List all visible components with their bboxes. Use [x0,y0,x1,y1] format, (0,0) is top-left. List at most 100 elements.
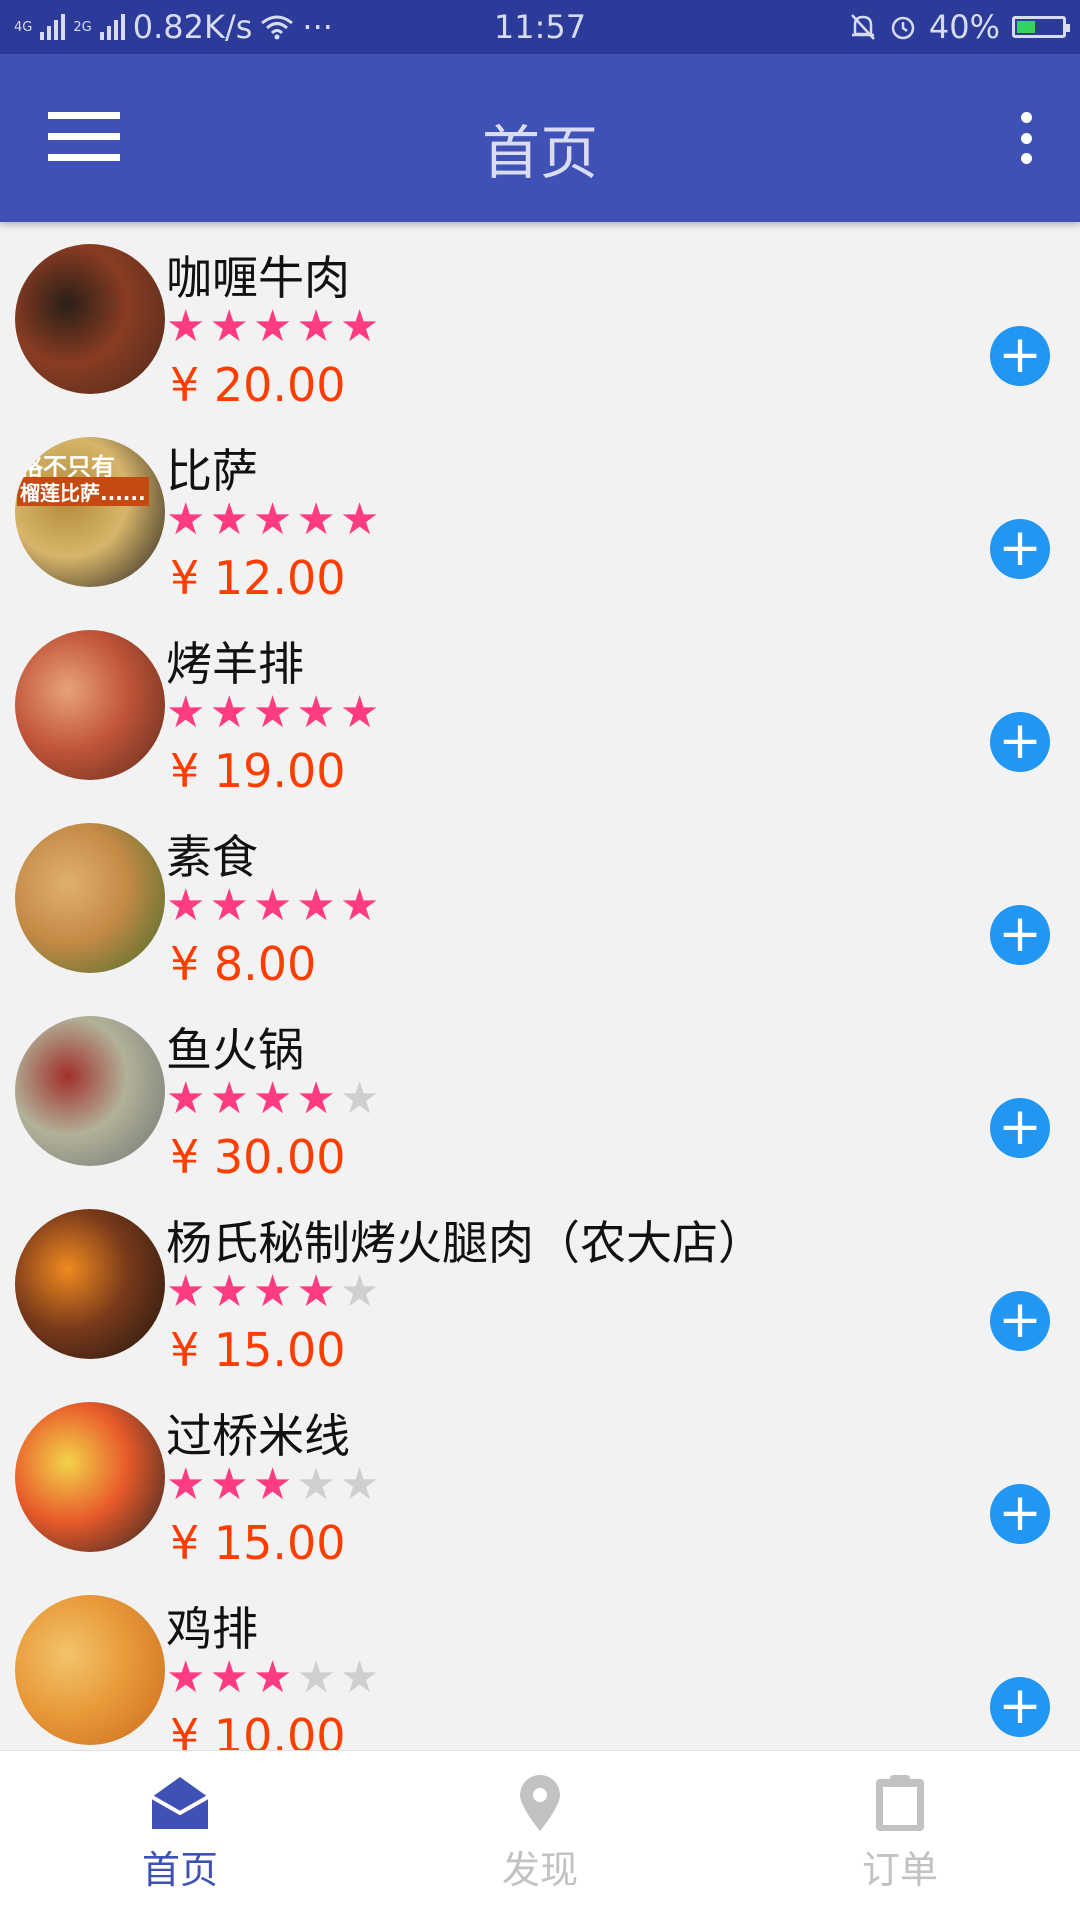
add-to-cart-button[interactable]: + [990,519,1050,579]
rating-stars: ★★★★★ [166,1074,383,1124]
app-bar: 首页 [0,54,1080,222]
dish-price: ¥ 8.00 [170,937,317,991]
star-icon: ★ [339,1266,384,1317]
dish-photo [15,823,165,973]
location-pin-icon [520,1775,560,1831]
list-item[interactable]: 过桥米线 ★★★★★ ¥ 15.00 + [0,1380,1080,1573]
photo-caption: 榴莲比萨...... [17,477,149,506]
star-icon: ★ [209,880,253,931]
list-item[interactable]: 素食 ★★★★★ ¥ 8.00 + [0,801,1080,994]
star-icon: ★ [252,1266,297,1317]
star-icon: ★ [166,1073,210,1124]
add-to-cart-button[interactable]: + [990,1291,1050,1351]
dish-name: 过桥米线 [166,1409,350,1463]
star-icon: ★ [166,1266,210,1317]
dish-photo [15,1402,165,1552]
add-to-cart-button[interactable]: + [990,1484,1050,1544]
star-icon: ★ [296,301,340,352]
list-item[interactable]: 烤羊排 ★★★★★ ¥ 19.00 + [0,608,1080,801]
star-icon: ★ [252,301,297,352]
rating-stars: ★★★★★ [166,495,383,545]
star-icon: ★ [209,1459,253,1510]
star-icon: ★ [166,880,210,931]
star-icon: ★ [166,1652,210,1703]
clipboard-icon [876,1775,924,1831]
overflow-menu-button[interactable] [1006,112,1046,164]
star-icon: ★ [339,494,384,545]
add-to-cart-button[interactable]: + [990,1098,1050,1158]
star-icon: ★ [252,1652,297,1703]
dish-price: ¥ 10.00 [170,1709,346,1750]
star-icon: ★ [296,1652,340,1703]
rating-stars: ★★★★★ [166,688,383,738]
star-icon: ★ [209,301,253,352]
dish-photo [15,1595,165,1745]
star-icon: ★ [252,880,297,931]
tab-home[interactable]: 首页 [80,1773,280,1894]
tab-orders-label: 订单 [861,1848,938,1892]
tab-home-label: 首页 [141,1848,218,1892]
status-right: 40% [849,8,1070,46]
battery-icon [1012,16,1070,38]
add-to-cart-button[interactable]: + [990,905,1050,965]
tab-orders[interactable]: 订单 [800,1773,1000,1894]
list-item[interactable]: 格不只有 榴莲比萨...... 比萨 ★★★★★ ¥ 12.00 + [0,415,1080,608]
list-item[interactable]: 鱼火锅 ★★★★★ ¥ 30.00 + [0,994,1080,1187]
dish-list[interactable]: 咖喱牛肉 ★★★★★ ¥ 20.00 + 格不只有 榴莲比萨...... 比萨 ★★★★★ ¥ … [0,222,1080,1750]
dot [1020,153,1032,164]
dish-price: ¥ 15.00 [170,1323,346,1377]
page-title: 首页 [481,119,598,187]
list-item[interactable]: 杨氏秘制烤火腿肉（农大店） ★★★★★ ¥ 15.00 + [0,1187,1080,1380]
star-icon: ★ [339,1652,384,1703]
star-icon: ★ [209,494,253,545]
add-to-cart-button[interactable]: + [990,712,1050,772]
star-icon: ★ [252,1073,297,1124]
dot [1020,132,1032,144]
star-icon: ★ [252,494,297,545]
star-icon: ★ [296,494,340,545]
dish-name: 烤羊排 [166,637,304,691]
star-icon: ★ [339,1459,384,1510]
star-icon: ★ [209,1266,253,1317]
star-icon: ★ [252,1459,297,1510]
star-icon: ★ [166,1459,210,1510]
dish-price: ¥ 12.00 [170,551,346,605]
bell-off-icon [850,14,875,40]
rating-stars: ★★★★★ [166,1267,383,1317]
dish-name: 素食 [166,830,258,884]
dish-photo [15,630,165,780]
alarm-icon [891,16,915,40]
add-to-cart-button[interactable]: + [990,1677,1050,1737]
star-icon: ★ [252,687,297,738]
dish-price: ¥ 30.00 [170,1130,346,1184]
mail-open-icon [151,1777,209,1829]
dish-price: ¥ 20.00 [170,358,346,412]
tab-discover-label: 发现 [501,1848,578,1892]
dish-photo: 格不只有 榴莲比萨...... [15,437,165,587]
list-item[interactable]: 咖喱牛肉 ★★★★★ ¥ 20.00 + [0,222,1080,415]
dish-name: 比萨 [166,444,258,498]
star-icon: ★ [296,1459,340,1510]
star-icon: ★ [166,687,210,738]
dish-photo [15,244,165,394]
battery-percent: 40% [928,8,1000,46]
dish-name: 咖喱牛肉 [166,251,350,305]
rating-stars: ★★★★★ [166,1653,383,1703]
tab-discover[interactable]: 发现 [440,1773,640,1894]
add-to-cart-button[interactable]: + [990,326,1050,386]
dish-name: 杨氏秘制烤火腿肉（农大店） [166,1216,764,1270]
star-icon: ★ [296,1266,340,1317]
rating-stars: ★★★★★ [166,881,383,931]
star-icon: ★ [296,687,340,738]
star-icon: ★ [166,494,210,545]
star-icon: ★ [339,687,384,738]
star-icon: ★ [209,687,253,738]
dish-photo [15,1209,165,1359]
dish-photo [15,1016,165,1166]
rating-stars: ★★★★★ [166,302,383,352]
list-item[interactable]: 鸡排 ★★★★★ ¥ 10.00 + [0,1573,1080,1750]
star-icon: ★ [166,301,210,352]
rating-stars: ★★★★★ [166,1460,383,1510]
battery-fill [1017,21,1035,33]
star-icon: ★ [209,1652,253,1703]
